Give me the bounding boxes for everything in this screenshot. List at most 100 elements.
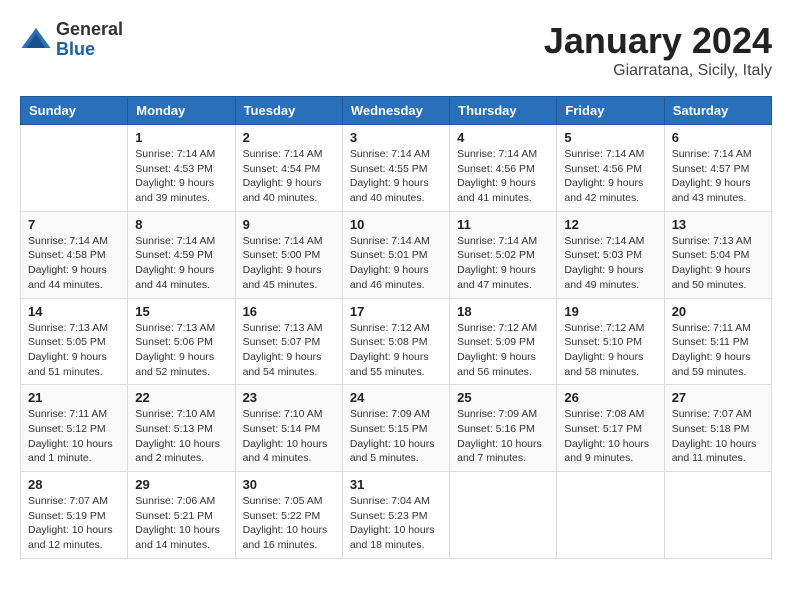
day-number: 3 (350, 130, 442, 145)
calendar-cell: 19 Sunrise: 7:12 AM Sunset: 5:10 PM Dayli… (557, 298, 664, 385)
month-title: January 2024 (544, 20, 772, 62)
logo-general-text: General (56, 20, 123, 40)
day-number: 20 (672, 304, 764, 319)
calendar-cell: 21Sunrise: 7:11 AM Sunset: 5:12 PM Dayli… (21, 385, 128, 472)
day-info: Sunrise: 7:12 AM Sunset: 5:08 PM Dayligh… (350, 321, 442, 380)
day-number: 7 (28, 217, 120, 232)
day-info: Sunrise: 7:07 AM Sunset: 5:18 PM Dayligh… (672, 407, 764, 466)
day-number: 17 (350, 304, 442, 319)
calendar-week-row: 21Sunrise: 7:11 AM Sunset: 5:12 PM Dayli… (21, 385, 772, 472)
day-number: 31 (350, 477, 442, 492)
day-info: Sunrise: 7:09 AM Sunset: 5:16 PM Dayligh… (457, 407, 549, 466)
calendar-cell: 1 Sunrise: 7:14 AM Sunset: 4:53 PM Daylig… (128, 125, 235, 212)
weekday-header-friday: Friday (557, 97, 664, 125)
calendar-cell: 3 Sunrise: 7:14 AM Sunset: 4:55 PM Daylig… (342, 125, 449, 212)
calendar-cell: 13Sunrise: 7:13 AM Sunset: 5:04 PM Dayli… (664, 211, 771, 298)
day-info: Sunrise: 7:04 AM Sunset: 5:23 PM Dayligh… (350, 494, 442, 553)
calendar-cell: 29 Sunrise: 7:06 AM Sunset: 5:21 PM Dayli… (128, 472, 235, 559)
calendar-cell: 5 Sunrise: 7:14 AM Sunset: 4:56 PM Daylig… (557, 125, 664, 212)
day-info: Sunrise: 7:14 AM Sunset: 4:53 PM Dayligh… (135, 147, 227, 206)
logo-text: General Blue (56, 20, 123, 60)
day-info: Sunrise: 7:07 AM Sunset: 5:19 PM Dayligh… (28, 494, 120, 553)
logo-icon (20, 24, 52, 56)
day-number: 18 (457, 304, 549, 319)
day-number: 29 (135, 477, 227, 492)
day-info: Sunrise: 7:08 AM Sunset: 5:17 PM Dayligh… (564, 407, 656, 466)
day-number: 4 (457, 130, 549, 145)
day-number: 1 (135, 130, 227, 145)
day-info: Sunrise: 7:13 AM Sunset: 5:07 PM Dayligh… (243, 321, 335, 380)
day-info: Sunrise: 7:14 AM Sunset: 4:57 PM Dayligh… (672, 147, 764, 206)
day-number: 10 (350, 217, 442, 232)
calendar-table: SundayMondayTuesdayWednesdayThursdayFrid… (20, 96, 772, 559)
day-info: Sunrise: 7:12 AM Sunset: 5:09 PM Dayligh… (457, 321, 549, 380)
day-info: Sunrise: 7:14 AM Sunset: 4:54 PM Dayligh… (243, 147, 335, 206)
day-info: Sunrise: 7:05 AM Sunset: 5:22 PM Dayligh… (243, 494, 335, 553)
day-info: Sunrise: 7:14 AM Sunset: 5:02 PM Dayligh… (457, 234, 549, 293)
calendar-cell: 17 Sunrise: 7:12 AM Sunset: 5:08 PM Dayli… (342, 298, 449, 385)
calendar-cell: 22Sunrise: 7:10 AM Sunset: 5:13 PM Dayli… (128, 385, 235, 472)
calendar-cell: 8 Sunrise: 7:14 AM Sunset: 4:59 PM Daylig… (128, 211, 235, 298)
calendar-cell: 2Sunrise: 7:14 AM Sunset: 4:54 PM Daylig… (235, 125, 342, 212)
day-number: 11 (457, 217, 549, 232)
day-number: 27 (672, 390, 764, 405)
day-info: Sunrise: 7:13 AM Sunset: 5:05 PM Dayligh… (28, 321, 120, 380)
day-number: 12 (564, 217, 656, 232)
day-number: 8 (135, 217, 227, 232)
calendar-week-row: 28 Sunrise: 7:07 AM Sunset: 5:19 PM Dayli… (21, 472, 772, 559)
calendar-header-row: SundayMondayTuesdayWednesdayThursdayFrid… (21, 97, 772, 125)
calendar-cell: 4 Sunrise: 7:14 AM Sunset: 4:56 PM Daylig… (450, 125, 557, 212)
calendar-cell: 27 Sunrise: 7:07 AM Sunset: 5:18 PM Dayli… (664, 385, 771, 472)
day-number: 26 (564, 390, 656, 405)
calendar-cell: 24 Sunrise: 7:09 AM Sunset: 5:15 PM Dayli… (342, 385, 449, 472)
page-header: General Blue January 2024 Giarratana, Si… (20, 20, 772, 80)
day-number: 6 (672, 130, 764, 145)
day-info: Sunrise: 7:14 AM Sunset: 4:56 PM Dayligh… (564, 147, 656, 206)
weekday-header-wednesday: Wednesday (342, 97, 449, 125)
day-number: 16 (243, 304, 335, 319)
calendar-cell (664, 472, 771, 559)
calendar-cell: 26 Sunrise: 7:08 AM Sunset: 5:17 PM Dayli… (557, 385, 664, 472)
calendar-cell: 28 Sunrise: 7:07 AM Sunset: 5:19 PM Dayli… (21, 472, 128, 559)
day-number: 9 (243, 217, 335, 232)
day-info: Sunrise: 7:06 AM Sunset: 5:21 PM Dayligh… (135, 494, 227, 553)
calendar-cell: 30 Sunrise: 7:05 AM Sunset: 5:22 PM Dayli… (235, 472, 342, 559)
calendar-cell: 31 Sunrise: 7:04 AM Sunset: 5:23 PM Dayli… (342, 472, 449, 559)
day-info: Sunrise: 7:14 AM Sunset: 4:56 PM Dayligh… (457, 147, 549, 206)
calendar-cell: 11 Sunrise: 7:14 AM Sunset: 5:02 PM Dayli… (450, 211, 557, 298)
calendar-cell (21, 125, 128, 212)
calendar-cell: 15Sunrise: 7:13 AM Sunset: 5:06 PM Dayli… (128, 298, 235, 385)
calendar-cell: 14 Sunrise: 7:13 AM Sunset: 5:05 PM Dayli… (21, 298, 128, 385)
day-number: 24 (350, 390, 442, 405)
day-number: 30 (243, 477, 335, 492)
day-info: Sunrise: 7:10 AM Sunset: 5:13 PM Dayligh… (135, 407, 227, 466)
weekday-header-monday: Monday (128, 97, 235, 125)
day-number: 5 (564, 130, 656, 145)
calendar-cell: 25Sunrise: 7:09 AM Sunset: 5:16 PM Dayli… (450, 385, 557, 472)
day-info: Sunrise: 7:09 AM Sunset: 5:15 PM Dayligh… (350, 407, 442, 466)
title-block: January 2024 Giarratana, Sicily, Italy (544, 20, 772, 80)
weekday-header-thursday: Thursday (450, 97, 557, 125)
location-text: Giarratana, Sicily, Italy (544, 62, 772, 80)
day-number: 21 (28, 390, 120, 405)
day-number: 28 (28, 477, 120, 492)
calendar-week-row: 1 Sunrise: 7:14 AM Sunset: 4:53 PM Daylig… (21, 125, 772, 212)
day-info: Sunrise: 7:14 AM Sunset: 5:00 PM Dayligh… (243, 234, 335, 293)
day-info: Sunrise: 7:14 AM Sunset: 4:58 PM Dayligh… (28, 234, 120, 293)
day-number: 15 (135, 304, 227, 319)
day-number: 14 (28, 304, 120, 319)
day-info: Sunrise: 7:12 AM Sunset: 5:10 PM Dayligh… (564, 321, 656, 380)
calendar-cell (450, 472, 557, 559)
day-info: Sunrise: 7:13 AM Sunset: 5:04 PM Dayligh… (672, 234, 764, 293)
calendar-week-row: 14 Sunrise: 7:13 AM Sunset: 5:05 PM Dayli… (21, 298, 772, 385)
calendar-week-row: 7 Sunrise: 7:14 AM Sunset: 4:58 PM Daylig… (21, 211, 772, 298)
day-info: Sunrise: 7:11 AM Sunset: 5:11 PM Dayligh… (672, 321, 764, 380)
calendar-cell: 7 Sunrise: 7:14 AM Sunset: 4:58 PM Daylig… (21, 211, 128, 298)
day-info: Sunrise: 7:14 AM Sunset: 4:55 PM Dayligh… (350, 147, 442, 206)
logo-blue-text: Blue (56, 40, 123, 60)
calendar-cell: 20 Sunrise: 7:11 AM Sunset: 5:11 PM Dayli… (664, 298, 771, 385)
day-number: 19 (564, 304, 656, 319)
day-info: Sunrise: 7:14 AM Sunset: 4:59 PM Dayligh… (135, 234, 227, 293)
logo: General Blue (20, 20, 123, 60)
weekday-header-saturday: Saturday (664, 97, 771, 125)
